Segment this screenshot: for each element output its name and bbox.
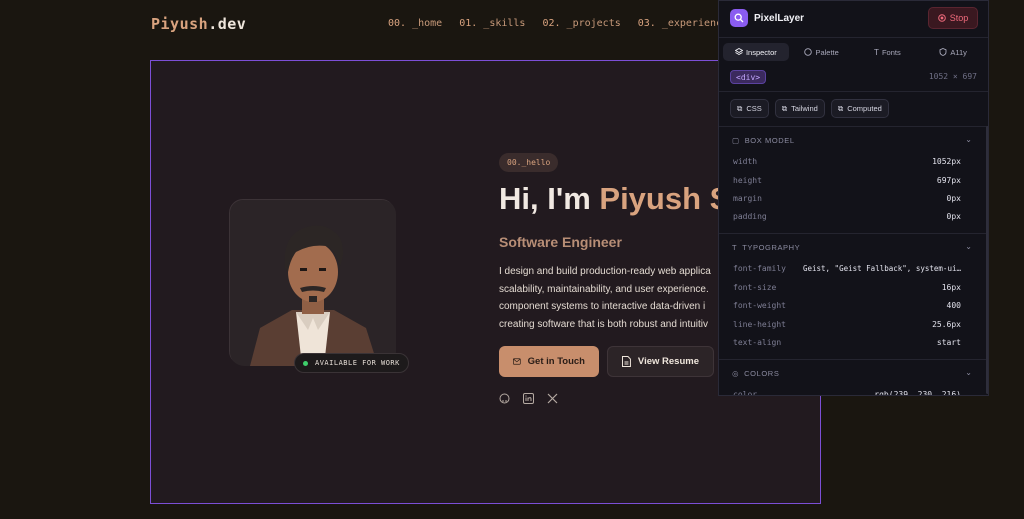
hero-name: Piyush S bbox=[599, 181, 719, 216]
chevron-down-icon[interactable]: ⌄ bbox=[965, 135, 972, 144]
shield-icon bbox=[939, 48, 947, 56]
copy-tailwind-button[interactable]: ⧉ Tailwind bbox=[774, 99, 825, 118]
chevron-down-icon[interactable]: ⌄ bbox=[965, 242, 972, 251]
selected-element-dimensions: 1052 × 697 bbox=[928, 72, 977, 81]
copy-css-button[interactable]: ⧉ CSS bbox=[730, 99, 769, 118]
linkedin-icon[interactable] bbox=[523, 393, 534, 407]
palette-icon bbox=[804, 48, 813, 56]
property-row: margin 0px bbox=[733, 194, 961, 203]
selected-element-tag: <div> bbox=[730, 70, 767, 84]
property-row: line-height 25.6px bbox=[733, 320, 961, 329]
logo-domain: .dev bbox=[208, 15, 247, 33]
copy-icon: ⧉ bbox=[781, 103, 788, 113]
nav-link-projects[interactable]: 02. _projects bbox=[542, 18, 620, 29]
chevron-down-icon[interactable]: ⌄ bbox=[965, 368, 972, 377]
pixellayer-panel: PixelLayer Stop Inspector Palette T Font… bbox=[718, 0, 989, 396]
get-in-touch-button[interactable]: Get in Touch bbox=[499, 346, 599, 377]
palette-icon: ◎ bbox=[732, 369, 740, 378]
box-icon: ▢ bbox=[732, 136, 740, 145]
tab-a11y[interactable]: A11y bbox=[920, 43, 986, 61]
property-row: color rgb(239, 230, 216) bbox=[733, 390, 961, 396]
divider bbox=[719, 233, 988, 234]
stop-button[interactable]: Stop bbox=[928, 7, 978, 29]
divider bbox=[719, 359, 988, 360]
mail-icon bbox=[513, 358, 521, 365]
copy-chips: ⧉ CSS ⧉ Tailwind ⧉ Computed bbox=[730, 99, 889, 118]
property-row: font-weight 400 bbox=[733, 301, 961, 310]
property-row: width 1052px bbox=[733, 157, 961, 166]
panel-tabs: Inspector Palette T Fonts A11y bbox=[723, 43, 986, 61]
type-icon: T bbox=[874, 47, 879, 57]
property-row: padding 0px bbox=[733, 212, 961, 221]
property-row: font-family Geist, "Geist Fallback", syst… bbox=[733, 264, 961, 273]
copy-icon: ⧉ bbox=[737, 103, 743, 113]
colors-section-header[interactable]: ◎ COLORS bbox=[732, 369, 779, 378]
nav-link-experience[interactable]: 03. _experience bbox=[638, 18, 728, 29]
avatar-portrait bbox=[230, 200, 396, 366]
hero-role: Software Engineer bbox=[499, 234, 622, 250]
divider bbox=[719, 91, 988, 92]
github-icon[interactable] bbox=[499, 393, 510, 407]
divider bbox=[719, 126, 988, 127]
tab-inspector[interactable]: Inspector bbox=[723, 43, 789, 61]
availability-badge: AVAILABLE FOR WORK bbox=[294, 353, 409, 373]
view-resume-button[interactable]: View Resume bbox=[607, 346, 714, 377]
box-model-section-header[interactable]: ▢ BOX MODEL bbox=[732, 136, 795, 145]
hero-headline: Hi, I'm Piyush S bbox=[499, 181, 719, 217]
property-row: height 697px bbox=[733, 176, 961, 185]
typography-section-header[interactable]: T TYPOGRAPHY bbox=[732, 243, 800, 252]
nav-links: 00. _home 01. _skills 02. _projects 03. … bbox=[388, 18, 728, 29]
panel-logo bbox=[730, 9, 748, 27]
document-icon bbox=[622, 356, 631, 367]
section-tag: 00._hello bbox=[499, 153, 559, 172]
availability-dot-icon bbox=[303, 361, 308, 366]
social-links bbox=[499, 393, 558, 407]
panel-title: PixelLayer bbox=[754, 13, 805, 24]
copy-computed-button[interactable]: ⧉ Computed bbox=[830, 99, 889, 118]
nav-link-home[interactable]: 00. _home bbox=[388, 18, 442, 29]
x-icon[interactable] bbox=[547, 393, 558, 407]
hero-bio: I design and build production-ready web … bbox=[499, 266, 711, 330]
nav-link-skills[interactable]: 01. _skills bbox=[459, 18, 525, 29]
site-logo[interactable]: Piyush.dev bbox=[151, 15, 246, 33]
copy-icon: ⧉ bbox=[837, 103, 844, 113]
logo-name: Piyush bbox=[151, 15, 209, 33]
tab-palette[interactable]: Palette bbox=[789, 43, 855, 61]
type-icon: T bbox=[732, 243, 738, 252]
search-icon bbox=[734, 13, 744, 23]
panel-header: PixelLayer Stop bbox=[719, 1, 988, 38]
tab-fonts[interactable]: T Fonts bbox=[855, 43, 921, 61]
avatar-card bbox=[229, 199, 396, 366]
stop-icon bbox=[937, 14, 946, 22]
panel-scrollbar[interactable] bbox=[986, 126, 988, 394]
property-row: text-align start bbox=[733, 338, 961, 347]
layers-icon bbox=[734, 48, 743, 56]
property-row: font-size 16px bbox=[733, 283, 961, 292]
